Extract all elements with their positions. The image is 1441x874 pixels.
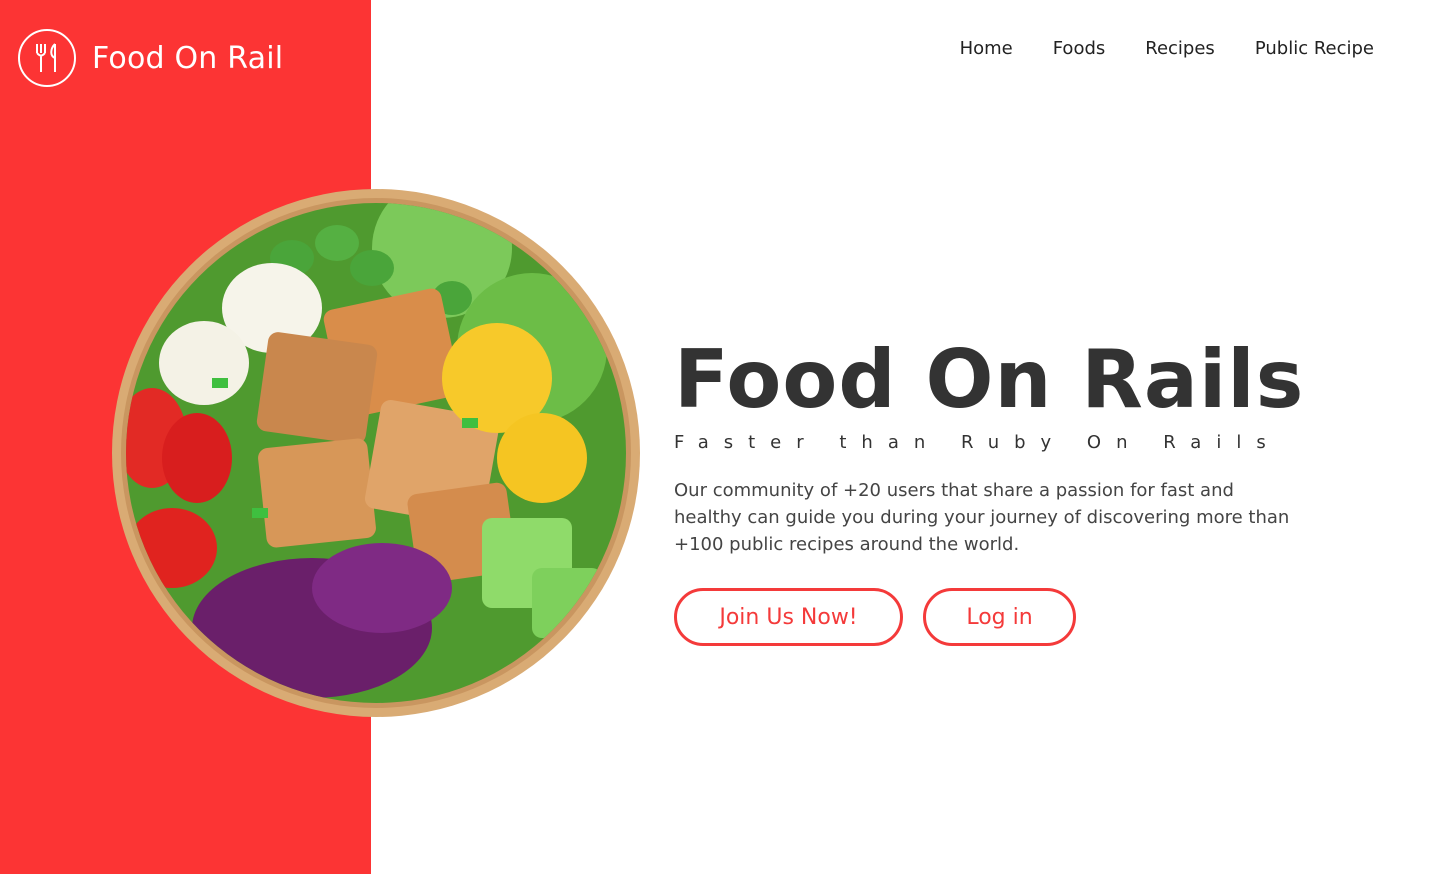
nav-public-recipe[interactable]: Public Recipe	[1255, 38, 1374, 59]
nav-recipes[interactable]: Recipes	[1145, 38, 1215, 59]
login-button[interactable]: Log in	[923, 588, 1076, 646]
landing-page: Food On Rail Home Foods Recipes Public R…	[0, 0, 1441, 874]
brand-name: Food On Rail	[92, 40, 284, 76]
brand[interactable]: Food On Rail	[18, 27, 283, 89]
fork-knife-icon	[18, 29, 76, 87]
cta-buttons: Join Us Now! Log in	[674, 588, 1324, 646]
hero-title: Food On Rails	[674, 333, 1305, 426]
hero-subtitle: Faster than Ruby On Rails	[674, 432, 1281, 453]
nav-foods[interactable]: Foods	[1053, 38, 1106, 59]
join-us-button[interactable]: Join Us Now!	[674, 588, 903, 646]
hero-description: Our community of +20 users that share a …	[674, 480, 1290, 555]
main-nav: Home Foods Recipes Public Recipe	[960, 38, 1374, 59]
salad-bowl-image	[112, 189, 640, 717]
hero-section: Food On Rails Faster than Ruby On Rails …	[674, 332, 1324, 646]
nav-home[interactable]: Home	[960, 38, 1013, 59]
